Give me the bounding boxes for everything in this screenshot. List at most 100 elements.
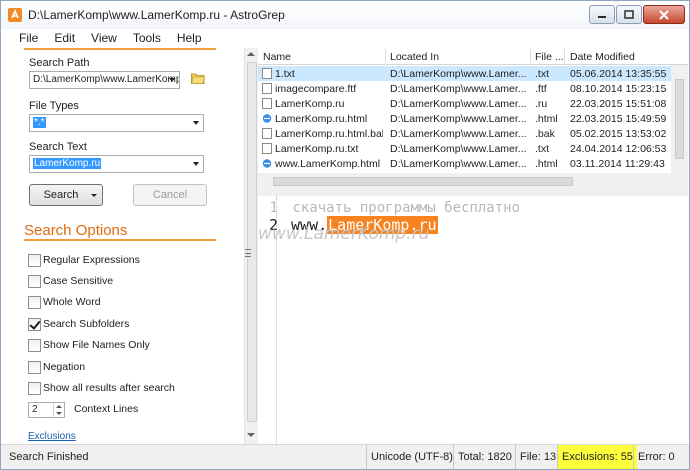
blank-file-icon: [262, 83, 272, 94]
html-file-icon: [262, 158, 272, 169]
menu-file[interactable]: File: [11, 29, 46, 48]
checkbox[interactable]: [28, 274, 41, 288]
file-preview[interactable]: 1 скачать программы бесплатно 2 www.Lame…: [258, 196, 688, 444]
results-header: Name Located In File ... Date Modified: [258, 48, 688, 65]
results-row[interactable]: imagecompare.ftf D:\LamerKomp\www.Lamer.…: [258, 81, 671, 96]
menu-bar: File Edit View Tools Help: [1, 29, 689, 48]
status-total: Total: 1820: [453, 445, 516, 469]
results-vertical-scrollbar[interactable]: [671, 65, 688, 173]
search-button[interactable]: Search: [29, 184, 103, 206]
stepper-arrows-icon[interactable]: [53, 403, 64, 417]
option-case-sensitive[interactable]: Case Sensitive: [28, 274, 113, 288]
close-button[interactable]: [643, 5, 685, 24]
scroll-up-arrow-icon[interactable]: [247, 52, 255, 56]
checkbox[interactable]: [28, 381, 41, 395]
column-name[interactable]: Name: [263, 51, 291, 63]
menu-help[interactable]: Help: [169, 29, 210, 48]
cancel-button[interactable]: Cancel: [133, 184, 207, 206]
maximize-button[interactable]: [616, 5, 642, 24]
search-options-title: Search Options: [24, 222, 128, 239]
option-show-file-names-only[interactable]: Show File Names Only: [28, 338, 150, 352]
context-lines-label: Context Lines: [74, 403, 139, 415]
results-horizontal-scrollbar[interactable]: [258, 173, 671, 190]
results-row[interactable]: LamerKomp.ru.html.bak D:\LamerKomp\www.L…: [258, 126, 671, 141]
scrollbar-thumb[interactable]: [675, 79, 684, 159]
scroll-down-arrow-icon[interactable]: [247, 433, 255, 437]
chevron-down-icon: [193, 162, 199, 166]
astrogrep-app-icon: [8, 8, 22, 22]
option-search-subfolders[interactable]: Search Subfolders: [28, 317, 129, 331]
top-divider: [24, 48, 216, 50]
column-separator[interactable]: [564, 48, 565, 65]
menu-view[interactable]: View: [83, 29, 125, 48]
maximize-icon: [624, 9, 634, 19]
checkbox[interactable]: [28, 338, 41, 352]
context-lines-stepper[interactable]: 2: [28, 402, 65, 418]
column-separator[interactable]: [385, 48, 386, 65]
search-button-label: Search: [43, 189, 79, 201]
checkbox[interactable]: [28, 295, 41, 309]
column-located-in[interactable]: Located In: [390, 51, 439, 63]
status-exclusions: Exclusions: 55: [557, 445, 637, 469]
status-encoding: Unicode (UTF-8): [366, 445, 457, 469]
line-text: скачать программы бесплатно: [292, 200, 521, 216]
search-panel: Search Path D:\LamerKomp\www.LamerKomp F…: [1, 48, 241, 444]
option-negation[interactable]: Negation: [28, 360, 85, 374]
exclusions-link[interactable]: Exclusions: [28, 431, 76, 442]
column-date-modified[interactable]: Date Modified: [570, 51, 635, 63]
menu-tools[interactable]: Tools: [125, 29, 169, 48]
menu-edit[interactable]: Edit: [46, 29, 83, 48]
left-panel-scrollbar[interactable]: [244, 48, 258, 444]
search-text-label: Search Text: [29, 141, 87, 153]
chevron-down-icon: [193, 121, 199, 125]
window-title: D:\LamerKomp\www.LamerKomp.ru - AstroGre…: [28, 8, 285, 22]
search-path-value: D:\LamerKomp\www.LamerKomp: [33, 74, 180, 85]
checkbox[interactable]: [28, 360, 41, 374]
scrollbar-corner: [671, 173, 688, 190]
html-file-icon: [262, 113, 272, 124]
status-error: Error: 0: [633, 445, 679, 469]
folder-browse-icon[interactable]: [191, 72, 205, 84]
file-types-combo[interactable]: *.*: [29, 114, 204, 132]
splitter-grip-icon[interactable]: [245, 249, 251, 257]
results-row[interactable]: www.LamerKomp.html D:\LamerKomp\www.Lame…: [258, 156, 671, 171]
text-file-icon: [262, 143, 272, 154]
search-text-value: LamerKomp.ru: [33, 158, 102, 169]
results-row[interactable]: 1.txt D:\LamerKomp\www.Lamer... .txt 05.…: [258, 66, 671, 81]
title-bar: D:\LamerKomp\www.LamerKomp.ru - AstroGre…: [1, 1, 689, 29]
preview-line: 1 скачать программы бесплатно: [266, 200, 520, 216]
file-types-value: *.*: [33, 117, 46, 128]
results-row[interactable]: LamerKomp.ru D:\LamerKomp\www.Lamer... .…: [258, 96, 671, 111]
blank-file-icon: [262, 98, 272, 109]
blank-file-icon: [262, 128, 272, 139]
search-path-combo[interactable]: D:\LamerKomp\www.LamerKomp: [29, 71, 180, 89]
chevron-down-icon: [169, 78, 175, 82]
checkbox-checked[interactable]: [28, 317, 41, 331]
status-bar: Search Finished Unicode (UTF-8) Total: 1…: [1, 444, 689, 469]
context-lines-value: 2: [32, 404, 38, 415]
status-message: Search Finished: [9, 451, 89, 463]
results-row[interactable]: LamerKomp.ru.html D:\LamerKomp\www.Lamer…: [258, 111, 671, 126]
line-number: 1: [269, 200, 278, 216]
watermark: www.LamerKomp.ru: [258, 224, 430, 244]
results-row[interactable]: LamerKomp.ru.txt D:\LamerKomp\www.Lamer.…: [258, 141, 671, 156]
option-show-all-results[interactable]: Show all results after search: [28, 381, 175, 395]
astrogrep-window: D:\LamerKomp\www.LamerKomp.ru - AstroGre…: [0, 0, 690, 470]
checkbox[interactable]: [28, 253, 41, 267]
column-file-type[interactable]: File ...: [535, 51, 564, 63]
scrollbar-thumb[interactable]: [247, 62, 257, 422]
minimize-button[interactable]: [589, 5, 615, 24]
scrollbar-thumb[interactable]: [273, 177, 573, 186]
results-panel: Name Located In File ... Date Modified 1…: [258, 48, 688, 444]
status-file: File: 13: [515, 445, 560, 469]
search-text-combo[interactable]: LamerKomp.ru: [29, 155, 204, 173]
option-regular-expressions[interactable]: Regular Expressions: [28, 253, 140, 267]
close-icon: [659, 9, 669, 20]
minimize-icon: [598, 15, 606, 18]
column-separator[interactable]: [530, 48, 531, 65]
file-types-label: File Types: [29, 100, 79, 112]
search-path-label: Search Path: [29, 57, 90, 69]
window-controls: [589, 5, 685, 25]
option-whole-word[interactable]: Whole Word: [28, 295, 101, 309]
text-file-icon: [262, 68, 272, 79]
